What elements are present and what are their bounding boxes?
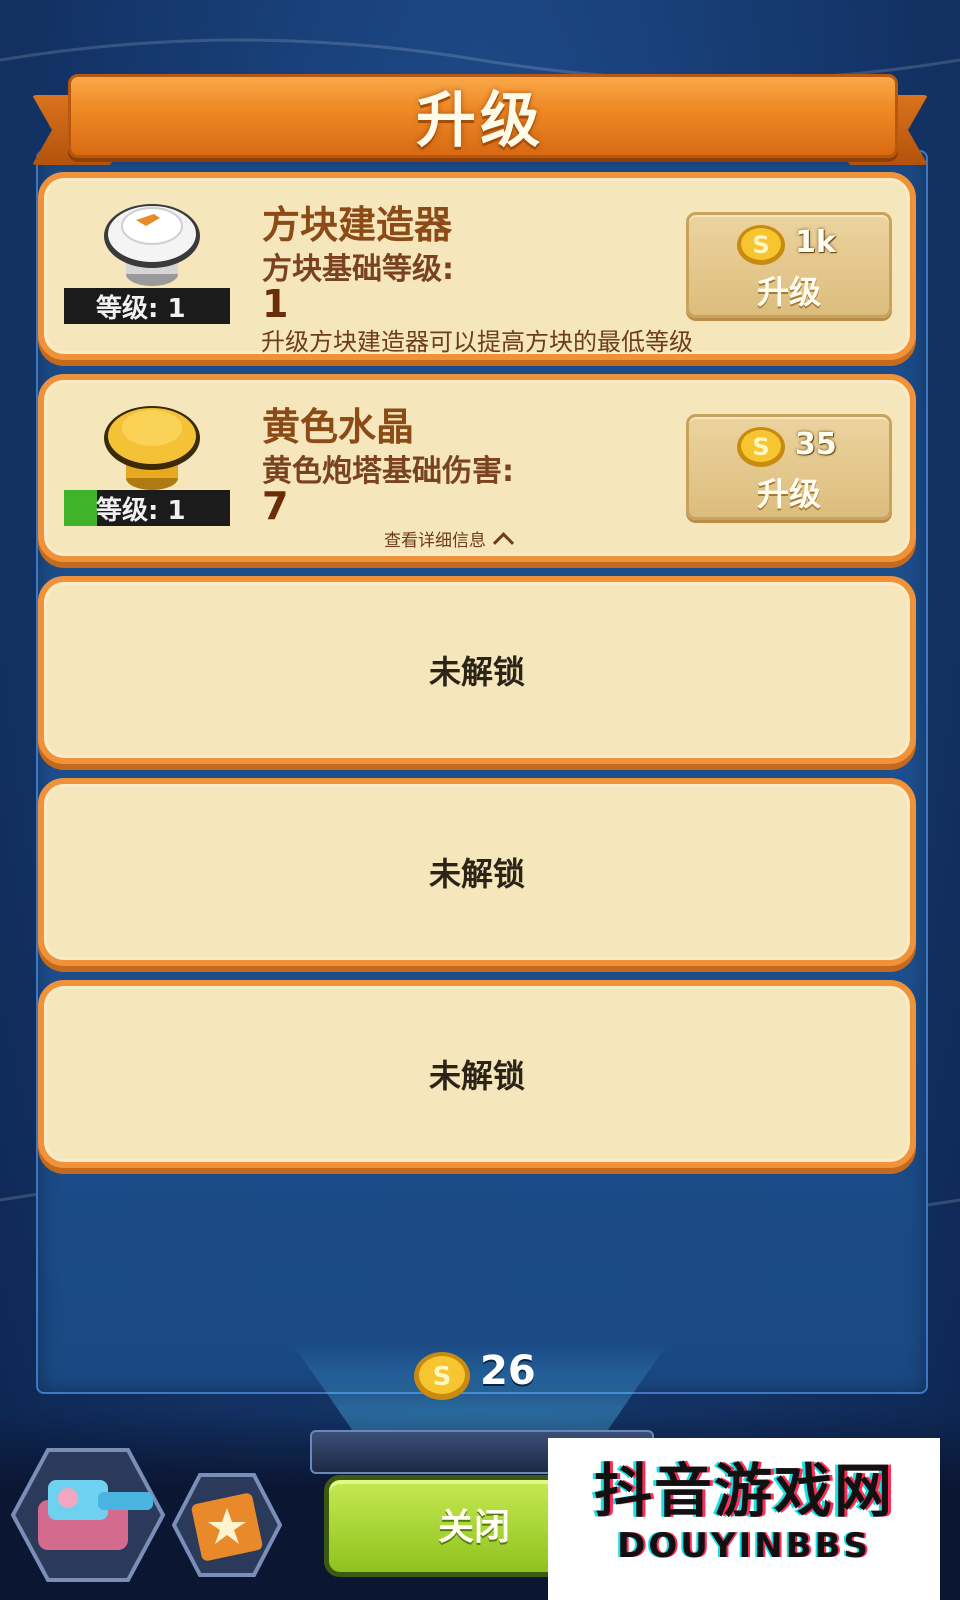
svg-text:S: S — [433, 1362, 452, 1392]
upgrade-card-yellow-crystal: 等级: 1 黄色水晶 黄色炮塔基础伤害: 7 查看详细信息 S 35 升级 — [38, 374, 916, 562]
coin-balance: 26 — [480, 1348, 536, 1394]
upgrade-price: 35 — [795, 427, 837, 462]
page-title: 升级 — [416, 87, 544, 154]
coin-icon: S — [737, 427, 785, 467]
level-label: 等级: 1 — [96, 495, 186, 526]
coin-icon: S — [737, 225, 785, 265]
stat-value: 7 — [262, 484, 289, 528]
tank-icon[interactable] — [8, 1440, 168, 1590]
book-icon[interactable] — [172, 1470, 282, 1580]
upgrade-card-block-builder: 等级: 1 方块建造器 方块基础等级: 1 升级方块建造器可以提高方块的最低等级… — [38, 172, 916, 360]
svg-text:S: S — [752, 433, 769, 461]
locked-label: 未解锁 — [428, 855, 525, 893]
locked-label: 未解锁 — [428, 653, 525, 691]
upgrade-button-label: 升级 — [756, 273, 821, 311]
locked-slot: 未解锁 — [38, 980, 916, 1168]
coin-icon: S — [414, 1352, 470, 1400]
locked-label: 未解锁 — [428, 1057, 525, 1095]
level-progress-bar — [64, 490, 98, 526]
watermark-line2: DOUYINBBS — [617, 1526, 871, 1566]
details-label: 查看详细信息 — [384, 531, 486, 551]
upgrade-description: 升级方块建造器可以提高方块的最低等级 — [261, 328, 693, 356]
watermark-line1: 抖音游戏网 — [548, 1444, 940, 1528]
stat-value: 1 — [262, 282, 289, 326]
level-label: 等级: 1 — [96, 293, 186, 324]
details-link[interactable]: 查看详细信息 — [384, 526, 515, 554]
locked-slot: 未解锁 — [38, 778, 916, 966]
chevron-up-icon — [492, 532, 515, 554]
upgrade-name: 黄色水晶 — [262, 405, 415, 449]
upgrade-button[interactable]: S 1k 升级 — [686, 212, 892, 318]
locked-slot: 未解锁 — [38, 576, 916, 764]
upgrade-button-label: 升级 — [756, 475, 821, 513]
upgrade-name: 方块建造器 — [262, 203, 453, 247]
upgrade-price: 1k — [795, 225, 836, 260]
upgrade-button[interactable]: S 35 升级 — [686, 414, 892, 520]
watermark-text: 抖音游戏网 — [593, 1457, 894, 1525]
watermark: 抖音游戏网 DOUYINBBS — [548, 1438, 940, 1600]
level-badge: 等级: 1 — [64, 490, 230, 526]
stat-label: 黄色炮塔基础伤害: — [262, 454, 514, 489]
level-badge: 等级: 1 — [64, 288, 230, 324]
svg-text:S: S — [752, 231, 769, 259]
stat-label: 方块基础等级: — [262, 252, 454, 287]
white-cap-icon — [104, 204, 200, 286]
yellow-cap-icon — [104, 406, 200, 490]
